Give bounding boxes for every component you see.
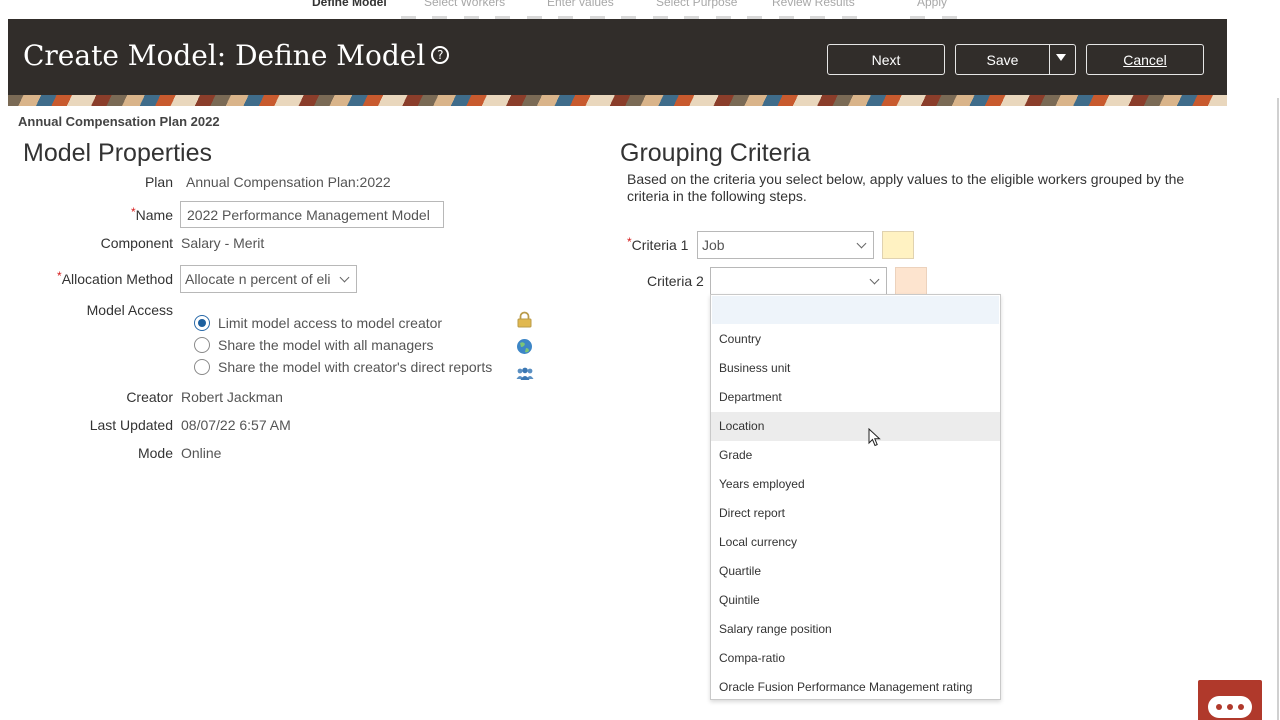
access-option-direct-reports[interactable]: Share the model with creator's direct re… [194, 359, 492, 375]
help-icon[interactable]: ? [431, 45, 450, 64]
radio-button[interactable] [194, 337, 210, 353]
access-option-label: Limit model access to model creator [218, 315, 443, 331]
chat-bubble-icon [1208, 696, 1252, 718]
train-step-define-model[interactable]: Define Model [312, 0, 387, 9]
page-title: Create Model: Define Model? [23, 39, 450, 72]
plan-heading: Annual Compensation Plan 2022 [18, 114, 220, 129]
scrollbar[interactable] [1277, 98, 1279, 720]
allocation-method-value: Allocate n percent of eli [185, 271, 331, 287]
required-icon: * [130, 205, 136, 219]
component-label: Component [100, 235, 173, 251]
access-option-all-managers[interactable]: Share the model with all managers [194, 337, 434, 353]
plan-label: Plan [144, 174, 173, 190]
component-value: Salary - Merit [181, 235, 265, 251]
criteria-2-dropdown-list: Country Business unit Department Locatio… [710, 294, 1001, 700]
model-access-label: Model Access [86, 302, 173, 318]
train-step-review-results[interactable]: Review Results [772, 0, 855, 9]
process-train: Define Model Select Workers Enter values… [0, 0, 1280, 19]
access-option-label: Share the model with all managers [218, 337, 434, 353]
save-button[interactable]: Save [955, 44, 1076, 75]
plan-value: Annual Compensation Plan:2022 [186, 174, 391, 190]
dropdown-option-local-currency[interactable]: Local currency [711, 528, 1000, 557]
criteria-1-label: *Criteria 1 [627, 235, 689, 253]
dropdown-option-direct-report[interactable]: Direct report [711, 499, 1000, 528]
criteria-2-select[interactable] [710, 267, 887, 295]
globe-icon [517, 339, 532, 354]
last-updated-label: Last Updated [89, 417, 173, 433]
dropdown-option-quartile[interactable]: Quartile [711, 557, 1000, 586]
allocation-method-select[interactable]: Allocate n percent of eli [180, 265, 357, 293]
dropdown-option-business-unit[interactable]: Business unit [711, 354, 1000, 383]
radio-button-selected[interactable] [194, 315, 210, 331]
chat-dot [1227, 704, 1233, 710]
model-properties-title: Model Properties [23, 139, 212, 167]
dropdown-option-compa-ratio[interactable]: Compa-ratio [711, 644, 1000, 673]
save-menu-caret-icon[interactable] [1056, 54, 1066, 61]
chevron-down-icon [856, 238, 867, 249]
mode-value: Online [181, 445, 222, 461]
people-icon [516, 367, 534, 380]
required-icon: * [57, 269, 62, 283]
chat-button[interactable] [1198, 680, 1262, 720]
access-option-label: Share the model with creator's direct re… [218, 359, 493, 375]
chat-dot [1238, 704, 1244, 710]
access-option-creator[interactable]: Limit model access to model creator [194, 315, 442, 331]
dropdown-option-salary-range-position[interactable]: Salary range position [711, 615, 1000, 644]
save-split-divider [1049, 45, 1050, 74]
train-step-select-workers[interactable]: Select Workers [424, 0, 505, 9]
dropdown-option-location[interactable]: Location [711, 412, 1000, 441]
criteria-1-label-text: Criteria 1 [631, 237, 689, 253]
decorative-banner [8, 95, 1227, 106]
next-button[interactable]: Next [827, 44, 945, 75]
criteria-1-color-swatch[interactable] [882, 231, 914, 259]
radio-button[interactable] [194, 359, 210, 375]
creator-value: Robert Jackman [181, 389, 283, 405]
creator-label: Creator [126, 389, 173, 405]
dropdown-blank-option[interactable] [712, 296, 999, 324]
mode-label: Mode [137, 445, 173, 461]
name-label: *Name [130, 205, 173, 223]
allocation-method-label-text: Allocation Method [61, 271, 173, 287]
dropdown-option-years-employed[interactable]: Years employed [711, 470, 1000, 499]
dropdown-option-department[interactable]: Department [711, 383, 1000, 412]
chevron-down-icon [869, 274, 880, 285]
dropdown-option-quintile[interactable]: Quintile [711, 586, 1000, 615]
chat-dot [1216, 704, 1222, 710]
name-label-text: Name [135, 207, 173, 223]
name-field[interactable] [180, 201, 444, 228]
dropdown-option-performance-rating[interactable]: Oracle Fusion Performance Management rat… [711, 673, 1000, 702]
mouse-cursor-icon [868, 428, 881, 447]
grouping-description: Based on the criteria you select below, … [627, 171, 1185, 204]
train-step-select-purpose[interactable]: Select Purpose [656, 0, 737, 9]
train-step-apply[interactable]: Apply [917, 0, 947, 9]
criteria-1-select[interactable]: Job [697, 231, 874, 259]
criteria-2-color-swatch[interactable] [895, 267, 927, 295]
page-header: Create Model: Define Model? Next Save Ca… [8, 19, 1227, 95]
grouping-criteria-title: Grouping Criteria [620, 139, 811, 167]
required-icon: * [627, 235, 632, 249]
page-title-text: Create Model: Define Model [23, 39, 426, 72]
train-step-enter-values[interactable]: Enter values [547, 0, 614, 9]
chevron-down-icon [339, 272, 350, 283]
save-label: Save [986, 51, 1019, 68]
last-updated-value: 08/07/22 6:57 AM [181, 417, 291, 433]
dropdown-option-grade[interactable]: Grade [711, 441, 1000, 470]
allocation-method-label: *Allocation Method [57, 269, 173, 287]
criteria-1-value: Job [702, 237, 725, 253]
dropdown-option-country[interactable]: Country [711, 325, 1000, 354]
lock-icon [517, 311, 532, 328]
cancel-button[interactable]: Cancel [1086, 44, 1204, 75]
criteria-2-label: Criteria 2 [647, 273, 704, 289]
